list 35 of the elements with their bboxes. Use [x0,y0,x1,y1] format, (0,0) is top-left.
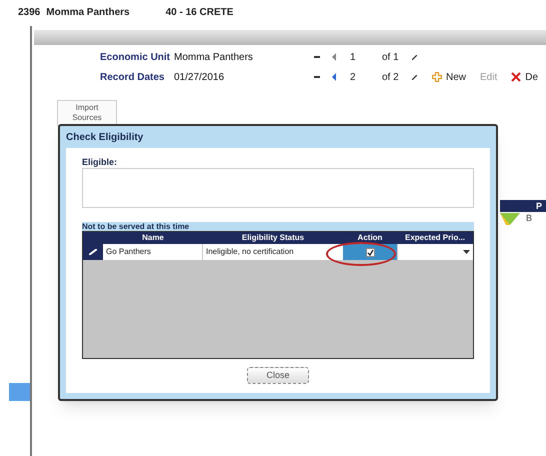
table-cell: Go Panthers [103,244,203,260]
plus-icon [432,72,442,82]
table-cell-text: B [526,212,532,226]
close-icon [511,72,522,82]
record-position: 2 [350,70,357,84]
previous-icon[interactable] [332,73,336,81]
record-count: of 1 [382,50,400,64]
delete-button[interactable]: De [511,70,538,84]
annotation-ellipse [326,242,396,266]
field-value: Momma Panthers [174,50,254,64]
pencil-icon [89,249,97,255]
new-button[interactable]: New [432,70,466,84]
action-checkbox[interactable] [366,248,374,256]
column-header: P [500,200,546,212]
field-label: Eligible: [82,156,118,168]
record-position: 1 [350,50,357,64]
column-header: Action [356,232,384,244]
record-count: of 2 [382,70,400,84]
field-value: 01/27/2016 [174,70,226,84]
record-code: 40 - 16 CRETE [166,6,234,20]
column-header: Eligibility Status [240,232,306,244]
column-header: Name [141,232,165,244]
column-header: Expected Prio... [404,232,466,244]
table-cell-text: Ineligible, no certification [205,246,295,258]
dropdown-arrow-icon [463,250,470,254]
record-id: 2396 [18,6,40,20]
import-sources-tab[interactable]: Import Sources [57,100,117,126]
section-title: Not to be served at this time [82,222,474,231]
dialog-title: Check Eligibility [65,131,144,145]
triangle-icon [500,213,520,225]
field-label: Economic Unit [100,50,172,64]
record-name: Momma Panthers [46,6,130,20]
close-button[interactable]: Close [247,367,309,384]
previous-icon[interactable] [332,53,336,61]
field-label: Record Dates [100,70,166,84]
